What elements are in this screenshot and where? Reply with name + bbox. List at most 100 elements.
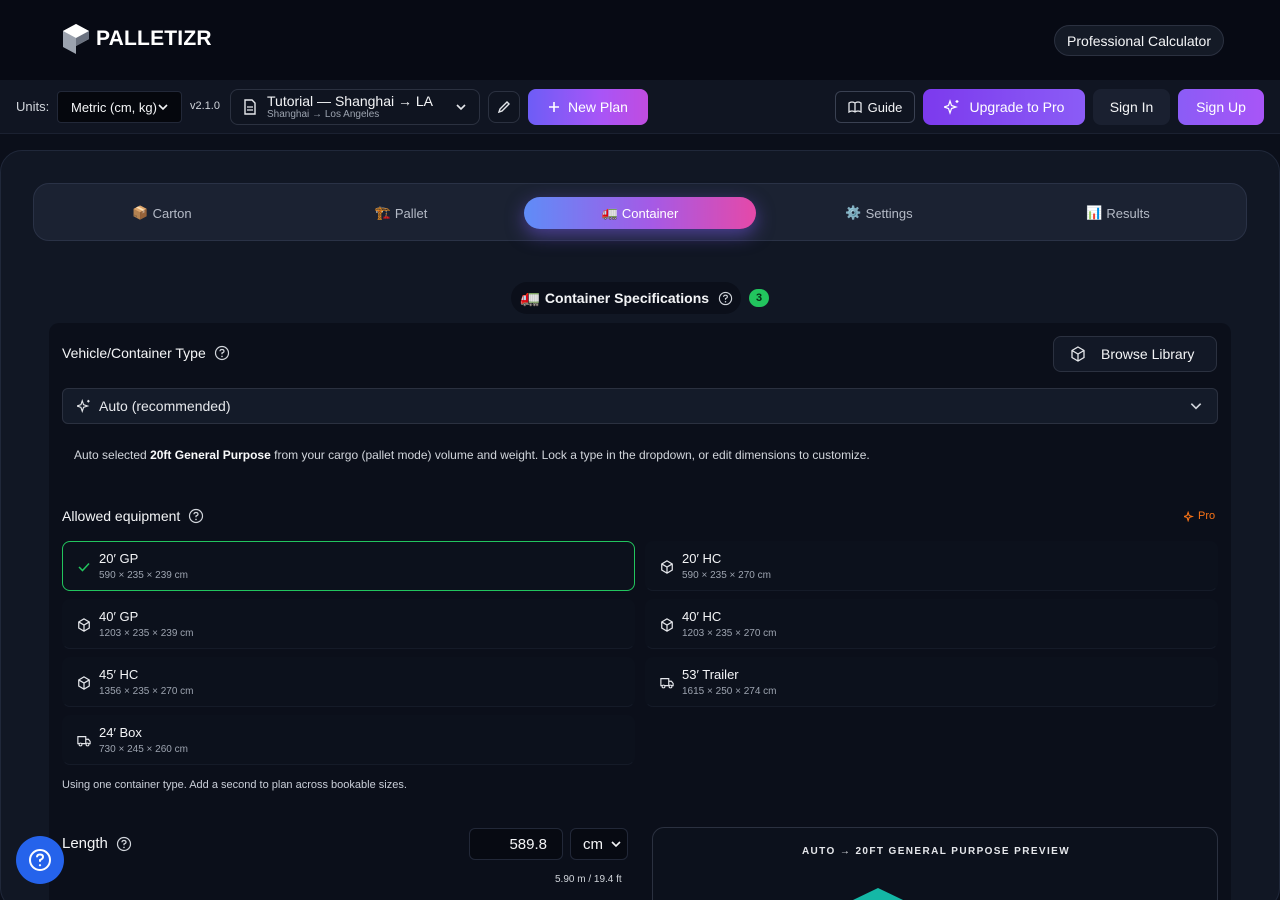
container-preview: AUTO → 20FT GENERAL PURPOSE PREVIEW — [652, 827, 1218, 900]
guide-label: Guide — [867, 99, 903, 115]
toolbar: Units: Metric (cm, kg) v2.1.0 Tutorial —… — [0, 80, 1280, 134]
equipment-option-45hc[interactable]: 45′ HC 1356 × 235 × 270 cm — [62, 657, 635, 707]
equipment-option-20gp[interactable]: 20′ GP 590 × 235 × 239 cm — [62, 541, 635, 591]
box-icon — [661, 560, 673, 574]
equipment-name: 53′ Trailer — [682, 667, 739, 682]
equipment-option-40gp[interactable]: 40′ GP 1203 × 235 × 239 cm — [62, 599, 635, 649]
equipment-footnote: Using one container type. Add a second t… — [62, 779, 407, 791]
pencil-icon — [497, 101, 510, 114]
new-plan-button[interactable]: New Plan — [528, 89, 648, 125]
auto-note-selection: 20ft General Purpose — [150, 448, 271, 462]
plan-title: Tutorial — Shanghai → LA — [267, 92, 434, 109]
new-plan-label: New Plan — [568, 99, 628, 115]
length-input[interactable]: 589.8 — [469, 828, 563, 860]
equipment-name: 20′ HC — [682, 551, 722, 566]
top-bar: PALLETIZR Professional Calculator — [0, 0, 1280, 80]
equipment-name: 40′ HC — [682, 609, 722, 624]
box-icon — [78, 676, 90, 690]
chevron-down-icon — [456, 104, 466, 111]
book-icon — [847, 101, 862, 113]
box-icon — [1071, 346, 1085, 362]
equipment-dims: 1356 × 235 × 270 cm — [99, 686, 194, 697]
tab-results[interactable]: 📊 Results — [1002, 197, 1234, 229]
units-select[interactable]: Metric (cm, kg) — [57, 91, 182, 123]
help-icon — [29, 849, 51, 871]
sparkles-icon — [77, 399, 90, 413]
units-label: Units: — [16, 99, 50, 114]
browse-library-label: Browse Library — [1101, 346, 1195, 362]
pallet-icon: 🏗️ — [374, 205, 391, 220]
equipment-dims: 730 × 245 × 260 cm — [99, 744, 188, 755]
bar-chart-icon: 📊 — [1086, 205, 1103, 220]
tab-pallet[interactable]: 🏗️ Pallet — [285, 197, 517, 229]
equipment-name: 24′ Box — [99, 725, 142, 740]
help-icon[interactable] — [188, 508, 204, 524]
equipment-option-24-box[interactable]: 24′ Box 730 × 245 × 260 cm — [62, 715, 635, 765]
allowed-equipment-text: Allowed equipment — [62, 508, 181, 524]
truck-icon — [660, 678, 674, 689]
sparkles-icon — [1184, 510, 1194, 522]
auto-note-suffix: from your cargo (pallet mode) volume and… — [270, 448, 870, 462]
help-chat-button[interactable] — [16, 836, 64, 884]
length-conversion: 5.90 m / 19.4 ft — [555, 874, 622, 885]
equipment-dims: 590 × 235 × 239 cm — [99, 570, 188, 581]
equipment-option-53-trailer[interactable]: 53′ Trailer 1615 × 250 × 274 cm — [645, 657, 1218, 707]
tab-container[interactable]: 🚛 Container — [524, 197, 756, 229]
box-icon — [78, 618, 90, 632]
chevron-down-icon — [611, 841, 621, 848]
equipment-name: 20′ GP — [99, 551, 139, 566]
step-tabs: 📦 Carton 🏗️ Pallet 🚛 Container ⚙️ Settin… — [33, 183, 1247, 241]
vehicle-type-text: Vehicle/Container Type — [62, 345, 206, 361]
units-value: Metric (cm, kg) — [71, 99, 157, 115]
help-icon[interactable] — [214, 345, 230, 361]
length-text: Length — [62, 835, 108, 852]
equipment-dims: 1615 × 250 × 274 cm — [682, 686, 777, 697]
length-unit-value: cm — [583, 835, 603, 853]
tab-label: Container — [621, 205, 679, 221]
document-icon — [244, 99, 256, 115]
tab-carton[interactable]: 📦 Carton — [46, 197, 278, 229]
container-type-select[interactable]: Auto (recommended) — [62, 388, 1218, 424]
upgrade-to-pro-button[interactable]: Upgrade to Pro — [923, 89, 1085, 125]
section-title: Container Specifications — [544, 290, 710, 306]
edit-plan-button[interactable] — [488, 91, 520, 123]
check-icon — [78, 562, 90, 572]
palletizr-logo-icon — [63, 24, 89, 54]
help-icon[interactable] — [718, 291, 733, 306]
tab-settings[interactable]: ⚙️ Settings — [763, 197, 995, 229]
sparkles-icon — [943, 99, 959, 115]
equipment-name: 45′ HC — [99, 667, 139, 682]
equipment-option-40hc[interactable]: 40′ HC 1203 × 235 × 270 cm — [645, 599, 1218, 649]
pro-tag-label: Pro — [1198, 510, 1216, 522]
auto-selection-note: Auto selected 20ft General Purpose from … — [74, 448, 870, 462]
length-unit-select[interactable]: cm — [570, 828, 628, 860]
carton-icon: 📦 — [132, 205, 149, 220]
truck-icon — [77, 736, 91, 747]
truck-emoji-icon: 🚛 — [520, 290, 540, 307]
upgrade-label: Upgrade to Pro — [969, 99, 1065, 115]
equipment-name: 40′ GP — [99, 609, 139, 624]
plan-selector[interactable]: Tutorial — Shanghai → LA Shanghai → Los … — [230, 89, 480, 125]
logo[interactable]: PALLETIZR — [62, 23, 212, 55]
plan-route: Shanghai → Los Angeles — [267, 108, 380, 120]
help-icon[interactable] — [116, 836, 132, 852]
length-label: Length — [62, 835, 132, 852]
browse-library-button[interactable]: Browse Library — [1053, 336, 1217, 372]
tab-label: Pallet — [394, 205, 428, 221]
tab-label: Carton — [152, 205, 192, 221]
equipment-dims: 590 × 235 × 270 cm — [682, 570, 771, 581]
equipment-dims: 1203 × 235 × 239 cm — [99, 628, 194, 639]
allowed-equipment-label: Allowed equipment — [62, 508, 204, 524]
box-icon — [661, 618, 673, 632]
container-3d-preview — [853, 888, 903, 900]
step-badge: 3 — [749, 289, 769, 307]
sign-in-button[interactable]: Sign In — [1093, 89, 1170, 125]
professional-calculator-badge[interactable]: Professional Calculator — [1054, 25, 1224, 56]
sign-up-button[interactable]: Sign Up — [1178, 89, 1264, 125]
truck-emoji-icon: 🚛 — [601, 205, 618, 220]
chevron-down-icon — [158, 104, 168, 111]
guide-button[interactable]: Guide — [835, 91, 915, 123]
equipment-option-20hc[interactable]: 20′ HC 590 × 235 × 270 cm — [645, 541, 1218, 591]
container-type-value: Auto (recommended) — [99, 398, 231, 414]
vehicle-type-label: Vehicle/Container Type — [62, 345, 230, 361]
